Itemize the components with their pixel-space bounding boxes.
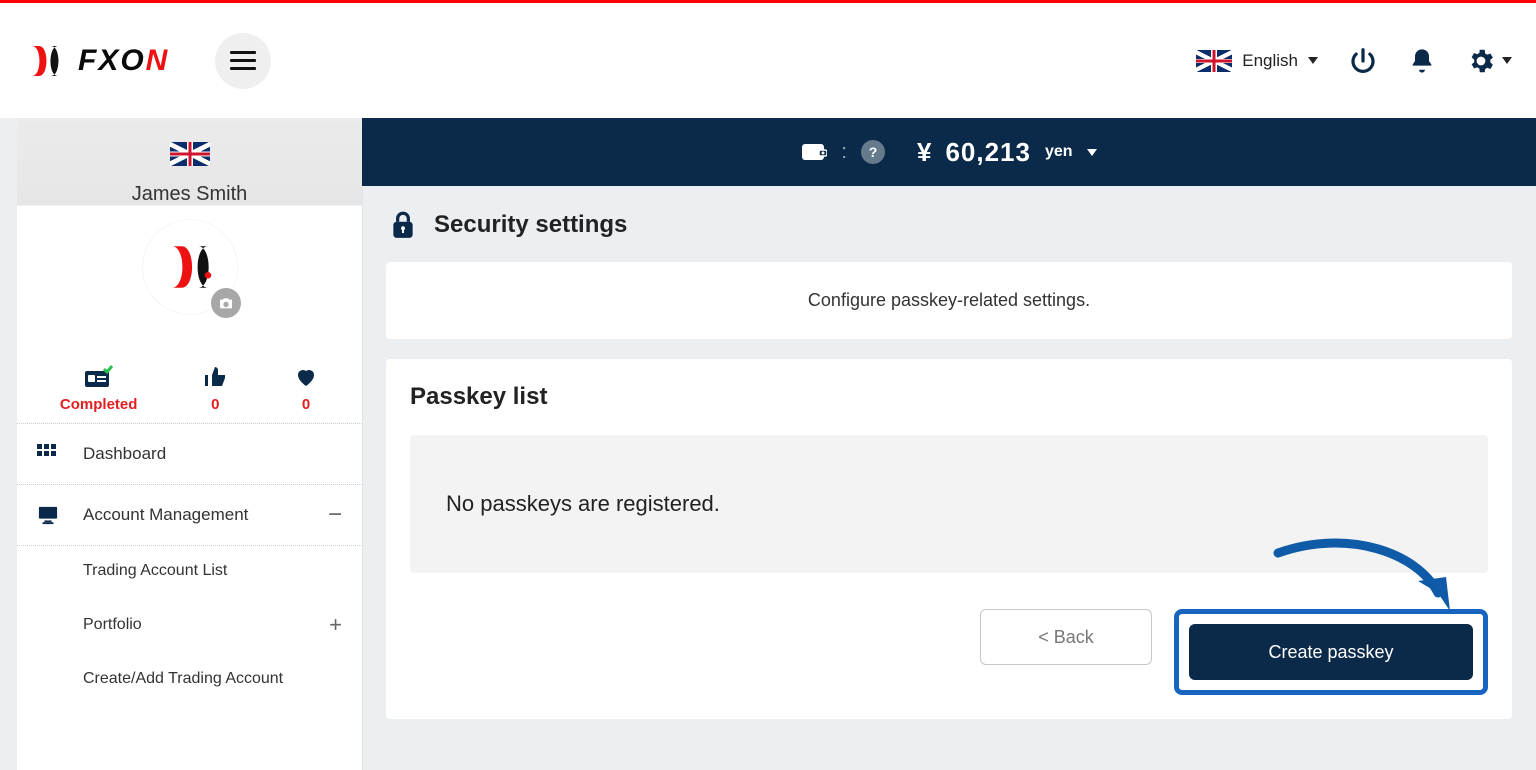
sidebar-item-label: Account Management: [83, 505, 248, 525]
avatar: [143, 220, 237, 314]
grid-icon: [37, 444, 63, 464]
sidebar-left-pad: [0, 118, 17, 770]
top-header: FXON English: [0, 3, 1536, 118]
thumbs-up-icon: [203, 364, 227, 390]
sidebar-item-account-management[interactable]: Account Management −: [17, 485, 362, 546]
logo-mark-icon: [24, 40, 66, 82]
uk-flag-icon: [1196, 50, 1232, 72]
sidebar-item-label: Portfolio: [83, 616, 142, 634]
header-right: English: [1196, 46, 1512, 76]
logo[interactable]: FXON: [24, 40, 169, 82]
id-card-check-icon: [60, 364, 138, 390]
back-button-label: < Back: [1038, 627, 1094, 648]
settings-button[interactable]: [1466, 46, 1512, 76]
lock-icon: [390, 210, 416, 240]
stat-completed[interactable]: Completed: [60, 364, 138, 413]
plus-icon: +: [329, 612, 342, 638]
sidebar-item-label: Create/Add Trading Account: [83, 670, 283, 688]
stat-hearts-value: 0: [293, 396, 319, 413]
passkey-list-title: Passkey list: [410, 383, 1488, 411]
sidebar-profile: James Smith: [17, 118, 362, 348]
chevron-down-icon[interactable]: [1087, 149, 1097, 156]
change-avatar-button[interactable]: [211, 288, 241, 318]
stat-hearts[interactable]: 0: [293, 364, 319, 413]
avatar-mark-icon: [161, 238, 219, 296]
logo-text: FXON: [78, 44, 169, 78]
uk-flag-icon: [170, 142, 210, 166]
sidebar-item-label: Dashboard: [83, 444, 166, 464]
description-panel: Configure passkey-related settings.: [386, 262, 1512, 339]
controls-row: < Back Create passkey: [410, 609, 1488, 695]
balance-amount: 60,213: [945, 137, 1031, 168]
notifications-button[interactable]: [1408, 47, 1436, 75]
help-button[interactable]: ?: [861, 140, 885, 164]
menu-toggle-button[interactable]: [215, 33, 271, 89]
sidebar-item-dashboard[interactable]: Dashboard: [17, 424, 362, 485]
passkey-empty-box: No passkeys are registered.: [410, 435, 1488, 573]
profile-stats: Completed 0 0: [17, 348, 362, 424]
main-area: : ? ¥ 60,213 yen Security settings Confi…: [362, 118, 1536, 770]
sidebar-subitem-portfolio[interactable]: Portfolio +: [17, 596, 362, 654]
highlight-ring: Create passkey: [1174, 609, 1488, 695]
sidebar: James Smith Completed: [17, 118, 362, 770]
monitor-icon: [37, 505, 63, 525]
currency-symbol: ¥: [917, 137, 931, 168]
minus-icon: −: [328, 501, 342, 529]
sidebar-subitem-trading-account-list[interactable]: Trading Account List: [17, 546, 362, 596]
create-passkey-button[interactable]: Create passkey: [1189, 624, 1473, 680]
create-passkey-label: Create passkey: [1268, 642, 1393, 663]
content: Security settings Configure passkey-rela…: [362, 186, 1536, 770]
sidebar-item-label: Trading Account List: [83, 562, 227, 580]
chevron-down-icon: [1308, 57, 1318, 64]
language-label: English: [1242, 51, 1298, 71]
heart-icon: [293, 364, 319, 390]
stat-likes[interactable]: 0: [203, 364, 227, 413]
empty-message: No passkeys are registered.: [446, 491, 720, 516]
separator: :: [841, 141, 847, 164]
user-name: James Smith: [17, 183, 362, 206]
description-text: Configure passkey-related settings.: [808, 290, 1090, 310]
section-title-text: Security settings: [434, 211, 627, 239]
balance-currency: yen: [1045, 143, 1073, 161]
wallet-icon: [801, 141, 827, 163]
balance-bar: : ? ¥ 60,213 yen: [362, 118, 1536, 186]
section-title: Security settings: [386, 210, 1512, 240]
stat-likes-value: 0: [203, 396, 227, 413]
sidebar-subitem-create-add-trading-account[interactable]: Create/Add Trading Account: [17, 654, 362, 704]
back-button[interactable]: < Back: [980, 609, 1152, 665]
power-button[interactable]: [1348, 46, 1378, 76]
chevron-down-icon: [1502, 57, 1512, 64]
stat-completed-label: Completed: [60, 396, 138, 413]
language-selector[interactable]: English: [1196, 50, 1318, 72]
passkey-list-panel: Passkey list No passkeys are registered.…: [386, 359, 1512, 719]
